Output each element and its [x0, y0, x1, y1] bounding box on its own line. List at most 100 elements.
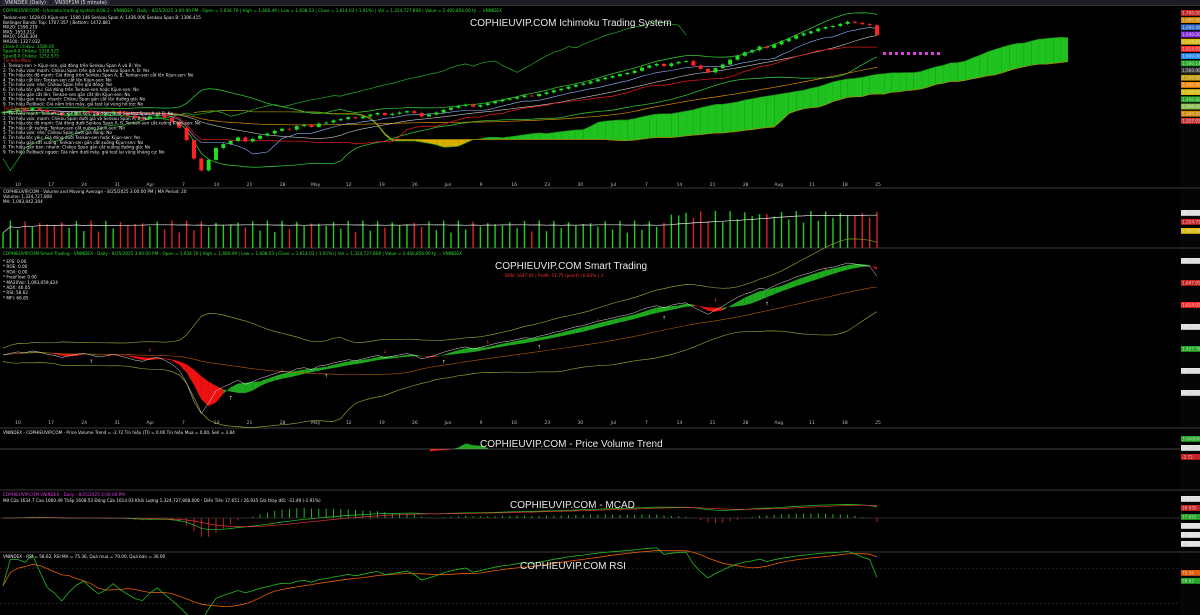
buy-arrow-icon: ↑	[89, 359, 93, 365]
x-axis-tick-label: 26	[412, 182, 418, 188]
smart-trend-band	[664, 306, 672, 312]
pvt-area	[430, 449, 437, 452]
smart-trend-band	[274, 373, 283, 381]
x-axis-tick-label: May	[311, 182, 321, 188]
ichimoku-cloud-segment	[869, 74, 877, 95]
ichimoku-cloud-segment	[649, 114, 657, 139]
projection-dot	[883, 52, 886, 55]
ichimoku-cloud-segment	[854, 77, 863, 97]
smart-trend-band	[120, 355, 128, 357]
x-axis-tick-label: 17	[48, 182, 54, 188]
x-axis-2-tick-label: 19	[379, 420, 385, 426]
candle-body	[676, 61, 681, 64]
tab-vn30f1m-5min[interactable]: VN30F1M (5 minute)	[52, 0, 110, 6]
candle-body	[566, 86, 571, 89]
candle-body	[772, 44, 777, 48]
smart-trend-band	[634, 312, 642, 319]
x-axis-tick-label: Apr	[146, 182, 154, 188]
smart-trend-band	[744, 294, 753, 306]
candle-body	[426, 114, 431, 117]
price-tag-label: 1,093,042	[1182, 229, 1200, 234]
ichimoku-header: COPHIEUVIP.COM - Ichimoku trading system…	[3, 8, 502, 13]
candle-body	[551, 90, 556, 93]
candle-body	[360, 116, 365, 119]
ichimoku-cloud-segment	[730, 102, 738, 133]
ichimoku-cloud-segment	[1053, 37, 1061, 64]
price-tag-label: 1,300.000	[1182, 391, 1200, 396]
smart-trend-band	[238, 382, 246, 393]
x-axis-tick-label: 11	[809, 182, 815, 188]
ichimoku-cloud-segment	[1001, 45, 1010, 73]
price-tag-label: 1,628.610	[1182, 39, 1200, 44]
candle-body	[581, 83, 586, 85]
price-tag-label: 1,560.000	[1182, 68, 1200, 73]
x-axis-tick-label: 16	[511, 182, 517, 188]
candle-body	[471, 104, 476, 107]
x-axis-tick-label: 14	[214, 182, 220, 188]
smart-trend-band	[693, 304, 701, 307]
candle-body	[346, 117, 351, 120]
ichimoku-cloud-segment	[766, 95, 775, 128]
candle-body	[713, 68, 718, 73]
smart-trend-band	[583, 325, 591, 332]
ichimoku-cloud-segment	[884, 72, 892, 94]
price-tag-label: 1,500.000	[1182, 325, 1200, 330]
tab-vnindex-daily[interactable]: VNINDEX (Daily)	[2, 0, 49, 6]
candle-body	[213, 148, 218, 160]
ichimoku-cloud-segment	[1060, 37, 1068, 63]
candle-body	[735, 55, 740, 60]
smart-trend-band	[627, 314, 635, 321]
candle-body	[184, 127, 189, 141]
ichimoku-cloud-segment	[664, 113, 672, 138]
smart-trend-band	[348, 360, 356, 366]
candle-body	[559, 88, 564, 91]
x-axis-2-tick-label: 14	[214, 420, 220, 426]
pvt-header: VNINDEX - COPHIEUVIP.COM - Price Volume …	[3, 430, 235, 435]
x-axis-2-tick-label: 28	[743, 420, 749, 426]
projection-dot	[889, 52, 892, 55]
candle-body	[324, 122, 329, 124]
smart-info-line: * MFI: 66.85	[3, 295, 29, 300]
candle-body	[515, 97, 520, 99]
candle-body	[485, 103, 490, 106]
candle-body	[639, 67, 644, 71]
smart-trend-band	[443, 352, 451, 356]
x-axis-tick-label: Jun	[443, 182, 451, 188]
smart-trend-band	[260, 378, 268, 387]
smart-trend-band	[164, 358, 172, 361]
smart-trend-band	[722, 305, 731, 311]
ichimoku-cloud-segment	[641, 115, 650, 140]
smart-trend-band	[781, 282, 789, 292]
smart-trend-band	[326, 364, 334, 370]
ichimoku-cloud-segment	[781, 92, 789, 121]
x-axis-2-tick-label: 26	[412, 420, 418, 426]
candle-body	[368, 114, 373, 117]
smart-trend-band	[524, 338, 532, 344]
candle-body	[302, 125, 307, 127]
candle-body	[287, 128, 292, 130]
smart-trend-band	[142, 357, 150, 361]
price-tag-label: -40	[1182, 542, 1189, 547]
ichimoku-cloud-segment	[619, 120, 628, 141]
candle-body	[404, 111, 409, 113]
smart-trend-band	[642, 309, 650, 317]
x-axis-2-tick-label: 16	[511, 420, 517, 426]
x-axis-tick-label: 23	[544, 182, 550, 188]
ichimoku-cloud-segment	[1016, 43, 1024, 69]
charts-canvas: COPHIEUVIP.COM Ichimoku Trading System CO…	[0, 7, 1200, 615]
ichimoku-cloud-segment	[722, 103, 731, 134]
ichimoku-cloud-segment	[818, 84, 826, 108]
smart-trend-band	[362, 358, 371, 363]
candle-body	[654, 63, 659, 66]
ichimoku-cloud-segment	[715, 104, 723, 134]
buy-arrow-icon: ↑	[662, 315, 666, 321]
x-axis-2-tick-label: Aug	[774, 420, 783, 426]
smart-trend-band	[730, 301, 738, 307]
candle-body	[875, 25, 879, 35]
ichimoku-cloud-segment	[451, 139, 459, 147]
price-tag-label: 1,700.000	[1182, 259, 1200, 264]
x-axis-tick-label: Aug	[774, 182, 783, 188]
macd-ohlc: Mở Cửa 1634.7 Cao 1660.49 Thấp 1608.53 Đ…	[3, 498, 321, 503]
price-tag-label: 1,600.000	[1182, 54, 1200, 59]
smart-trend-band	[421, 355, 429, 358]
